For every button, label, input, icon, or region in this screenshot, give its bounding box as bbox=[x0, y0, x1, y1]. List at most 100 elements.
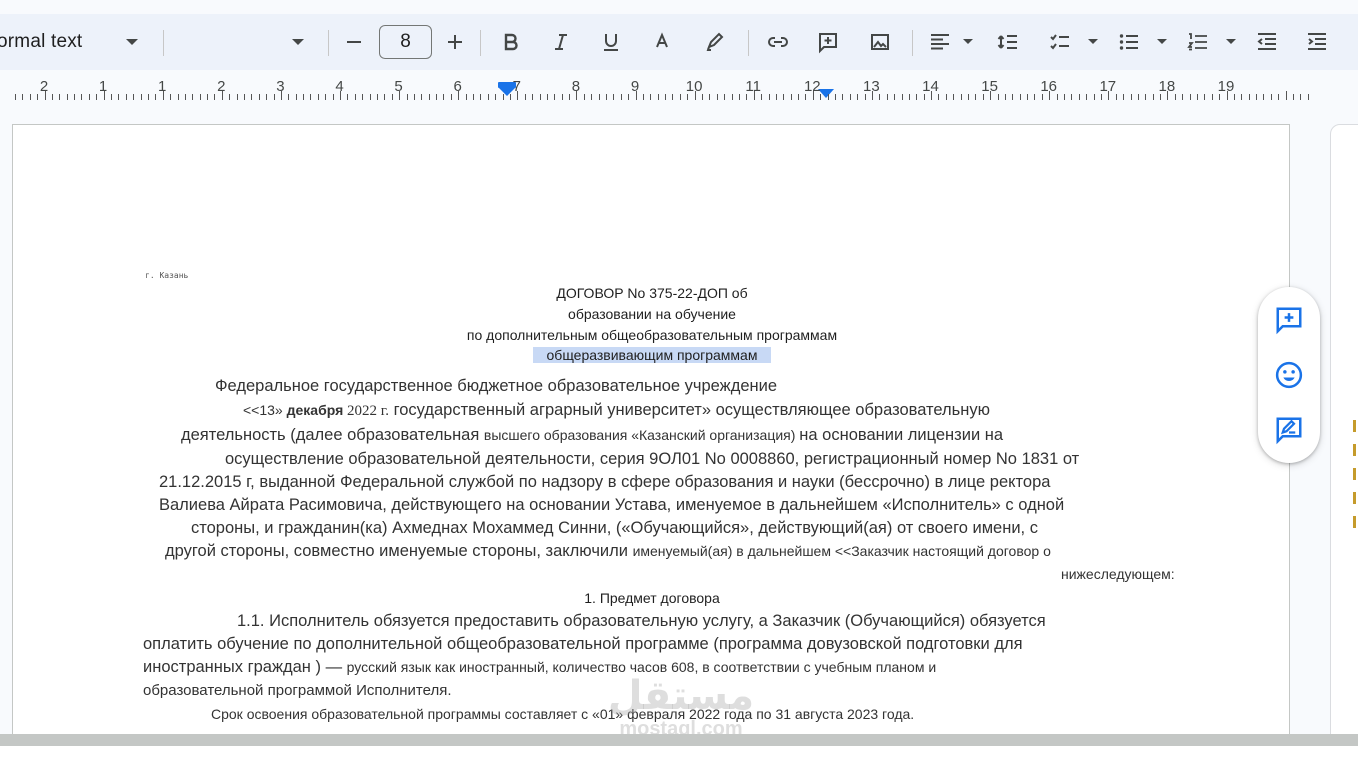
ruler-tick bbox=[1204, 94, 1205, 100]
highlight-color-button[interactable] bbox=[700, 14, 730, 70]
ruler-tick bbox=[547, 94, 548, 100]
ruler-tick bbox=[998, 94, 999, 100]
ruler-tick bbox=[1227, 91, 1228, 100]
paragraph-line: другой стороны, совместно именуемые стор… bbox=[165, 542, 1051, 561]
italic-button[interactable] bbox=[546, 14, 576, 70]
ruler-tick bbox=[288, 94, 289, 100]
checklist-chevron-down-icon[interactable] bbox=[1088, 39, 1098, 44]
ruler-tick bbox=[340, 91, 341, 100]
increase-indent-button[interactable] bbox=[1302, 14, 1332, 70]
font-size-input[interactable]: 8 bbox=[379, 25, 432, 59]
decrease-font-size-button[interactable] bbox=[339, 14, 369, 70]
add-comment-button[interactable] bbox=[1273, 304, 1305, 336]
underline-icon bbox=[604, 34, 618, 51]
ruler-tick bbox=[399, 91, 400, 100]
ruler-tick bbox=[1108, 91, 1109, 100]
ruler-tick bbox=[458, 91, 459, 100]
paragraph-text: другой стороны, совместно именуемые стор… bbox=[165, 542, 633, 560]
bottom-bar bbox=[0, 746, 1358, 768]
chevron-down-icon[interactable] bbox=[126, 39, 138, 45]
ruler-tick bbox=[281, 91, 282, 100]
ruler-tick bbox=[59, 94, 60, 100]
document-canvas[interactable]: г. Казань ДОГОВОР No 375-22-ДОП об образ… bbox=[0, 104, 1358, 744]
ruler-tick bbox=[1086, 94, 1087, 100]
paragraph-text: высшего образования «Казанский организац… bbox=[483, 427, 800, 443]
ruler-tick bbox=[532, 94, 533, 100]
paragraph-line: Валиева Айрата Расимовича, действующего … bbox=[159, 496, 1065, 514]
contract-subtitle-line-1: образовании на обучение bbox=[568, 306, 736, 322]
ruler-tick bbox=[1308, 94, 1309, 100]
ruler-tick bbox=[96, 94, 97, 100]
insert-image-button[interactable] bbox=[865, 14, 895, 70]
ruler-tick bbox=[421, 94, 422, 100]
ruler-tick bbox=[1286, 91, 1287, 100]
font-family-chevron-down-icon[interactable] bbox=[292, 39, 304, 45]
ruler-tick bbox=[473, 94, 474, 100]
underline-button[interactable] bbox=[596, 14, 626, 70]
italic-icon bbox=[555, 34, 567, 50]
add-emoji-reaction-button[interactable] bbox=[1273, 359, 1305, 391]
selected-text[interactable]: общеразвивающим программам bbox=[532, 347, 772, 363]
minus-icon bbox=[347, 41, 361, 43]
ruler-tick bbox=[214, 94, 215, 100]
align-button[interactable] bbox=[925, 14, 955, 70]
ruler-tick bbox=[207, 94, 208, 100]
ruler-tick bbox=[776, 94, 777, 100]
ruler-tick bbox=[15, 94, 16, 100]
paragraph-line: деятельность (далее образовательная высш… bbox=[181, 426, 1003, 445]
ruler-tick bbox=[407, 94, 408, 100]
paragraph-text: государственный аграрный университет» ос… bbox=[388, 401, 990, 419]
ruler-tick bbox=[517, 91, 518, 100]
ruler-tick bbox=[695, 91, 696, 100]
ruler-tick bbox=[429, 94, 430, 100]
ruler-tick bbox=[355, 94, 356, 100]
ruler-tick bbox=[754, 91, 755, 100]
ruler-tick bbox=[1278, 94, 1279, 100]
ruler-tick bbox=[118, 94, 119, 100]
bulleted-list-button[interactable] bbox=[1114, 14, 1144, 70]
numbered-list-button[interactable] bbox=[1183, 14, 1213, 70]
emoji-reaction-icon bbox=[1275, 361, 1303, 389]
ruler-tick bbox=[333, 94, 334, 100]
contract-subtitle-line-3: общеразвивающим программам bbox=[13, 347, 1291, 363]
document-body[interactable]: г. Казань ДОГОВОР No 375-22-ДОП об образ… bbox=[13, 125, 1291, 745]
ruler-tick bbox=[488, 94, 489, 100]
ruler-tick bbox=[466, 94, 467, 100]
contract-subtitle-line-2: по дополнительным общеобразовательным пр… bbox=[466, 327, 838, 343]
ruler-tick bbox=[983, 94, 984, 100]
ruler-tick bbox=[1153, 94, 1154, 100]
ruler-tick bbox=[1249, 94, 1250, 100]
line-spacing-button[interactable] bbox=[993, 14, 1023, 70]
bold-button[interactable] bbox=[496, 14, 526, 70]
ruler-tick bbox=[1064, 94, 1065, 100]
ruler-tick bbox=[783, 94, 784, 100]
ruler-tick bbox=[296, 94, 297, 100]
plus-icon bbox=[448, 35, 462, 49]
side-panel-content-marks bbox=[1353, 420, 1358, 540]
increase-font-size-button[interactable] bbox=[440, 14, 470, 70]
document-page[interactable]: г. Казань ДОГОВОР No 375-22-ДОП об образ… bbox=[12, 124, 1290, 744]
ruler-tick bbox=[953, 94, 954, 100]
ruler-tick bbox=[540, 94, 541, 100]
decrease-indent-button[interactable] bbox=[1252, 14, 1282, 70]
bulleted-list-chevron-down-icon[interactable] bbox=[1157, 39, 1167, 44]
numbered-list-chevron-down-icon[interactable] bbox=[1226, 39, 1236, 44]
insert-link-button[interactable] bbox=[763, 14, 793, 70]
ruler-tick bbox=[554, 94, 555, 100]
align-chevron-down-icon[interactable] bbox=[963, 39, 973, 44]
paragraph-text: именуемый(ая) в дальнейшем <<Заказчик на… bbox=[632, 543, 1051, 559]
insert-comment-button[interactable] bbox=[813, 14, 843, 70]
checklist-button[interactable] bbox=[1045, 14, 1075, 70]
text-color-button[interactable] bbox=[647, 14, 677, 70]
ruler-tick bbox=[791, 94, 792, 100]
ruler-tick bbox=[1212, 94, 1213, 100]
ruler-tick bbox=[503, 94, 504, 100]
horizontal-scrollbar[interactable] bbox=[0, 734, 1358, 746]
ruler-tick bbox=[222, 91, 223, 100]
contract-date-month: декабря bbox=[286, 402, 344, 418]
suggest-edits-button[interactable] bbox=[1273, 414, 1305, 446]
add-comment-icon bbox=[819, 33, 837, 54]
ruler-tick bbox=[310, 94, 311, 100]
horizontal-ruler[interactable]: 2 1 1 2 3 4 5 6 7 8 9 10 11 12 13 14 15 16 17 18 19 bbox=[0, 72, 1358, 104]
ruler-tick bbox=[510, 94, 511, 100]
